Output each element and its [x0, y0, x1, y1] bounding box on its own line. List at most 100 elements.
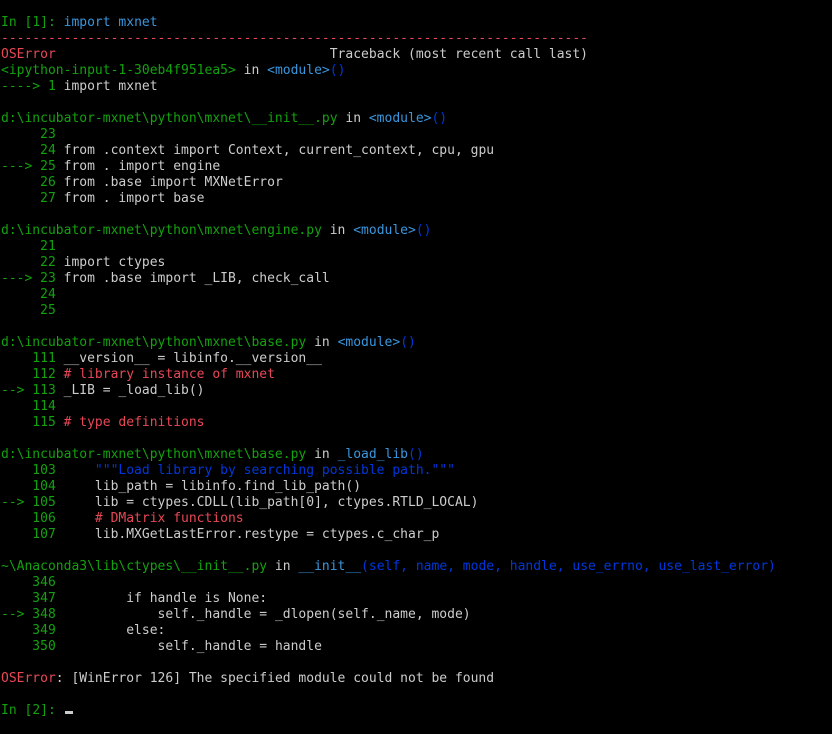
line-number: 22 [1, 255, 64, 270]
frame-4-line-111: 111 __version__ = libinfo.__version__ [1, 351, 832, 367]
frame-4-header: d:\incubator-mxnet\python\mxnet\base.py … [1, 335, 832, 351]
error-message: : [WinError 126] The specified module co… [55, 671, 495, 686]
line-arrow: ----> 1 [1, 79, 64, 94]
line-number: 107 [1, 527, 95, 542]
prompt-in: In [ [1, 703, 33, 718]
prompt-code: import mxnet [63, 15, 158, 30]
frame-5-line-106: 106 # DMatrix functions [1, 511, 832, 527]
frame-parens: () [431, 111, 448, 126]
frame-4-line-114: 114 [1, 399, 56, 414]
frame-func: <module> [337, 335, 401, 350]
line-number: 27 [1, 191, 64, 206]
line-number: 112 [1, 367, 64, 382]
frame-file: d:\incubator-mxnet\python\mxnet\__init__… [1, 111, 338, 126]
terminal-window[interactable]: In [1]: import mxnet -------------------… [0, 0, 832, 734]
traceback-header: OSError Traceback (most recent call last… [1, 47, 832, 63]
line-code: from . import base [63, 191, 205, 206]
line-number: 24 [1, 143, 64, 158]
frame-parens: () [408, 447, 424, 462]
frame-parens: () [400, 335, 416, 350]
frame-file: <ipython-input-1-30eb4f951ea5> [1, 63, 236, 78]
frame-file: d:\incubator-mxnet\python\mxnet\engine.p… [1, 223, 322, 238]
frame-func: <module> [368, 111, 432, 126]
error-type: OSError [1, 671, 56, 686]
frame-5-line-105: --> 105 lib = ctypes.CDLL(lib_path[0], c… [1, 495, 832, 511]
line-number: 106 [1, 511, 95, 526]
line-code: __version__ = libinfo.__version__ [63, 351, 322, 366]
line-comment: # library instance of mxnet [63, 367, 275, 382]
frame-3-line-25: 25 [1, 303, 56, 318]
frame-6-line-347: 347 if handle is None: [1, 591, 832, 607]
frame-func: __init__ [298, 559, 362, 574]
text-cursor[interactable] [64, 711, 73, 714]
frame-file: d:\incubator-mxnet\python\mxnet\base.py [1, 447, 307, 462]
frame-3-line-23: ---> 23 from .base import _LIB, check_ca… [1, 271, 832, 287]
frame-4-line-113: --> 113 _LIB = _load_lib() [1, 383, 832, 399]
frame-2-line-26: 26 from .base import MXNetError [1, 175, 832, 191]
line-arrow: --> 105 [1, 495, 95, 510]
frame-2-line-24: 24 from .context import Context, current… [1, 143, 832, 159]
error-message-line: OSError: [WinError 126] The specified mo… [1, 671, 832, 687]
frame-5-line-103: 103 """Load library by searching possibl… [1, 463, 832, 479]
frame-3-line-22: 22 import ctypes [1, 255, 832, 271]
prompt-line-2[interactable]: In [2]: [1, 703, 832, 719]
frame-file: d:\incubator-mxnet\python\mxnet\base.py [1, 335, 307, 350]
line-code: import ctypes [63, 255, 166, 270]
line-code: lib = ctypes.CDLL(lib_path[0], ctypes.RT… [94, 495, 479, 510]
line-comment: # type definitions [63, 415, 205, 430]
frame-4-line-115: 115 # type definitions [1, 415, 832, 431]
line-code: from .context import Context, current_co… [63, 143, 495, 158]
prompt-close: ]: [40, 703, 64, 718]
line-code: from . import engine [63, 159, 221, 174]
line-code: self._handle = _dlopen(self._name, mode) [157, 607, 471, 622]
frame-in: in [337, 111, 369, 126]
line-arrow: --> 113 [1, 383, 64, 398]
frame-parens: () [329, 63, 346, 78]
prompt-close: ]: [40, 15, 64, 30]
frame-in: in [306, 447, 338, 462]
frame-in: in [235, 63, 268, 78]
traceback-separator: ----------------------------------------… [1, 31, 588, 46]
line-number: 26 [1, 175, 64, 190]
frame-6-line-349: 349 else: [1, 623, 832, 639]
frame-5-line-107: 107 lib.MXGetLastError.restype = ctypes.… [1, 527, 832, 543]
frame-5-line-104: 104 lib_path = libinfo.find_lib_path() [1, 479, 832, 495]
line-number: 350 [1, 639, 158, 654]
frame-in: in [267, 559, 299, 574]
frame-2-line-23: 23 [1, 127, 56, 142]
line-code: else: [126, 623, 166, 638]
line-code: import mxnet [63, 79, 158, 94]
frame-6-header: ~\Anaconda3\lib\ctypes\__init__.py in __… [1, 559, 832, 575]
frame-args: (self, name, mode, handle, use_errno, us… [361, 559, 776, 574]
frame-1-header: <ipython-input-1-30eb4f951ea5> in <modul… [1, 63, 832, 79]
prompt-in: In [ [1, 15, 33, 30]
prompt-line-1: In [1]: import mxnet [1, 15, 832, 31]
frame-6-line-348: --> 348 self._handle = _dlopen(self._nam… [1, 607, 832, 623]
line-code: from .base import _LIB, check_call [63, 271, 330, 286]
frame-in: in [306, 335, 338, 350]
frame-3-line-21: 21 [1, 239, 56, 254]
line-comment: # DMatrix functions [94, 511, 244, 526]
prompt-number: 2 [32, 703, 41, 718]
line-number: 103 [1, 463, 95, 478]
line-docstring: """Load library by searching possible pa… [94, 463, 455, 478]
frame-func: <module> [353, 223, 416, 238]
frame-2-line-27: 27 from . import base [1, 191, 832, 207]
frame-6-line-350: 350 self._handle = handle [1, 639, 832, 655]
frame-4-line-112: 112 # library instance of mxnet [1, 367, 832, 383]
line-arrow: ---> 25 [1, 159, 64, 174]
line-number: 347 [1, 591, 127, 606]
frame-func: <module> [267, 63, 330, 78]
frame-1-line-1: ----> 1 import mxnet [1, 79, 832, 95]
frame-2-header: d:\incubator-mxnet\python\mxnet\__init__… [1, 111, 832, 127]
frame-parens: () [415, 223, 432, 238]
frame-file: ~\Anaconda3\lib\ctypes\__init__.py [1, 559, 268, 574]
frame-func: _load_lib [337, 447, 409, 462]
line-number: 115 [1, 415, 64, 430]
prompt-number: 1 [32, 15, 41, 30]
